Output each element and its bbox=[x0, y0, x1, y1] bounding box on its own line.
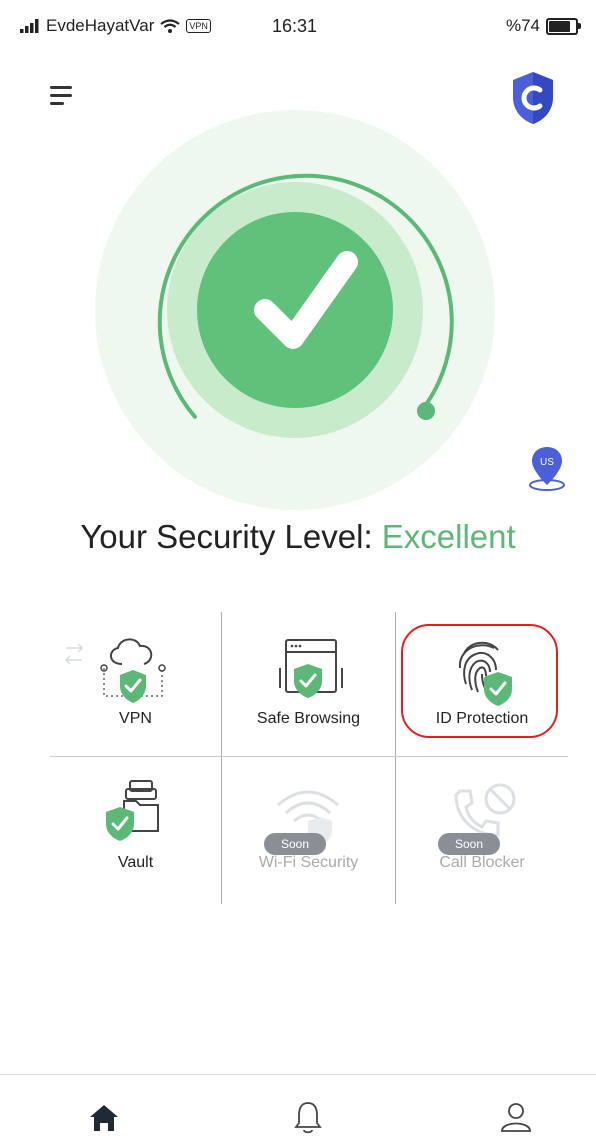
feature-label: VPN bbox=[119, 710, 152, 727]
security-gauge bbox=[85, 100, 505, 520]
security-level-prefix: Your Security Level bbox=[80, 518, 364, 555]
soon-badge: Soon bbox=[438, 833, 500, 855]
profile-icon bbox=[501, 1103, 531, 1132]
soon-badge: Soon bbox=[264, 833, 326, 855]
home-icon bbox=[90, 1105, 118, 1131]
tab-profile[interactable] bbox=[496, 1097, 536, 1137]
security-level-value: Excellent bbox=[381, 518, 516, 555]
battery-percent: %74 bbox=[505, 16, 540, 35]
tab-home[interactable] bbox=[84, 1097, 124, 1137]
signal-icon bbox=[20, 19, 39, 33]
gauge-inner-circle bbox=[197, 212, 393, 408]
battery-icon bbox=[546, 17, 581, 35]
feature-label: Call Blocker bbox=[439, 854, 525, 871]
location-label: US bbox=[540, 457, 554, 468]
feature-label: Vault bbox=[117, 854, 154, 871]
browser-shield-icon bbox=[279, 639, 343, 698]
status-right: %74 bbox=[505, 16, 581, 36]
shield-c-icon bbox=[513, 72, 553, 124]
status-time: 16:31 bbox=[272, 16, 318, 36]
status-bar: EvdeHayatVar VPN 16:31 %74 bbox=[0, 0, 596, 50]
app-logo-button[interactable] bbox=[510, 70, 556, 126]
feature-label: Wi-Fi Security bbox=[258, 854, 359, 871]
feature-safe-browsing[interactable]: Safe Browsing bbox=[222, 612, 395, 756]
hamburger-menu-button[interactable] bbox=[50, 82, 76, 110]
id-protection-highlight-ring bbox=[401, 624, 558, 738]
security-level-separator: : bbox=[363, 518, 373, 555]
folder-shield-icon bbox=[106, 780, 159, 841]
security-level-text: Your Security Level: Excellent bbox=[0, 518, 596, 556]
carrier-name: EvdeHayatVar bbox=[46, 16, 155, 35]
feature-call-blocker[interactable]: Soon Call Blocker bbox=[396, 757, 568, 904]
feature-label: Safe Browsing bbox=[256, 710, 361, 727]
bell-icon bbox=[294, 1102, 322, 1134]
wifi-icon bbox=[160, 19, 181, 33]
status-left: EvdeHayatVar VPN bbox=[20, 16, 211, 36]
vpn-badge: VPN bbox=[186, 19, 211, 33]
feature-wifi-security[interactable]: Soon Wi-Fi Security bbox=[222, 757, 395, 904]
gauge-progress-dot bbox=[417, 402, 435, 420]
location-button[interactable]: US bbox=[527, 445, 567, 493]
tab-notifications[interactable] bbox=[288, 1097, 328, 1137]
feature-vault[interactable]: Vault bbox=[50, 757, 221, 904]
vpn-cloud-shield-icon bbox=[64, 638, 166, 703]
location-pin-icon: US bbox=[529, 447, 565, 491]
feature-vpn[interactable]: VPN bbox=[50, 612, 221, 756]
bottom-tab-bar bbox=[0, 1074, 596, 1147]
hamburger-menu-icon bbox=[50, 86, 72, 105]
